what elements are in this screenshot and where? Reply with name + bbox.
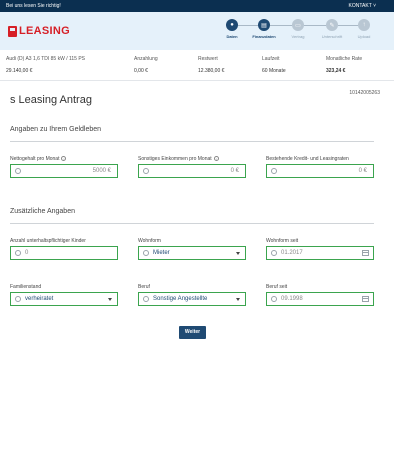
chevron-down-icon (236, 298, 240, 301)
job-select[interactable]: Sonstige Angestellte (138, 292, 246, 306)
step-label: Daten (226, 34, 238, 39)
other-income-label-text: Sonstiges Einkommen pro Monat (138, 156, 212, 162)
anzahlung-label: Anzahlung (134, 56, 158, 62)
step-daten[interactable]: ● Daten (217, 19, 247, 39)
vehicle-name: Audi (D) A3 1,6 TDI 85 kW / 115 PS (6, 56, 86, 62)
existing-loans-value: 0 € (358, 168, 367, 174)
clock-icon (271, 168, 277, 174)
housing-value: Mieter (153, 250, 170, 256)
housing-label: Wohnform (138, 238, 161, 244)
job-since-input[interactable]: 09.1998 (266, 292, 374, 306)
sparkasse-logo-icon (8, 25, 17, 37)
signature-icon: ✎ (326, 19, 338, 31)
net-income-input[interactable]: 5000 € (10, 164, 118, 178)
top-bar: Bei uns lesen Sie richtig! KONTAKT ˅ (0, 0, 394, 12)
laufzeit-value: 60 Monate (262, 68, 286, 74)
housing-select[interactable]: Mieter (138, 246, 246, 260)
existing-loans-label: Bestehende Kredit- und Leasingraten (266, 156, 349, 162)
chevron-down-icon (236, 252, 240, 255)
step-label: Vertrag (291, 34, 305, 39)
divider (0, 80, 394, 81)
vehicle-price: 29.140,00 € (6, 68, 33, 74)
existing-loans-input[interactable]: 0 € (266, 164, 374, 178)
section-title-finance: Angaben zu Ihrem Geldleben (10, 126, 102, 133)
restwert-column: Restwert 12.380,00 € (198, 56, 224, 74)
divider (10, 141, 374, 142)
net-income-value: 5000 € (92, 168, 111, 174)
document-icon: ▭ (292, 19, 304, 31)
other-income-value: 0 € (230, 168, 239, 174)
rate-value: 323,24 € (326, 68, 346, 74)
laufzeit-label: Laufzeit (262, 56, 280, 62)
divider (10, 223, 374, 224)
calendar-icon[interactable] (362, 296, 369, 302)
clock-icon (143, 250, 149, 256)
contact-menu[interactable]: KONTAKT ˅ (349, 3, 376, 9)
housing-since-value: 01.2017 (281, 250, 303, 256)
chevron-down-icon (108, 298, 112, 301)
header: LEASING ● Daten ▤ Finanzdaten ▭ Vertrag … (0, 12, 394, 50)
calendar-icon[interactable] (362, 250, 369, 256)
info-icon[interactable]: i (61, 156, 67, 162)
step-label: Upload (357, 34, 371, 39)
job-value: Sonstige Angestellte (153, 296, 208, 302)
clock-icon (271, 250, 277, 256)
page-title: s Leasing Antrag (10, 94, 92, 106)
person-icon: ● (226, 19, 238, 31)
info-icon[interactable]: i (213, 156, 219, 162)
clock-icon (271, 296, 277, 302)
clock-icon (15, 296, 21, 302)
restwert-value: 12.380,00 € (198, 68, 225, 74)
clock-icon (143, 296, 149, 302)
children-value: 0 (25, 250, 29, 256)
next-button[interactable]: Weiter (179, 326, 206, 339)
clock-icon (15, 168, 21, 174)
upload-icon: ↑ (358, 19, 370, 31)
step-vertrag: ▭ Vertrag (283, 19, 313, 39)
anzahlung-value: 0,00 € (134, 68, 148, 74)
clock-icon (143, 168, 149, 174)
children-input[interactable]: 0 (10, 246, 118, 260)
other-income-input[interactable]: 0 € (138, 164, 246, 178)
reference-number: 10142005263 (349, 90, 380, 96)
rate-label: Monatliche Rate (326, 56, 363, 62)
logo-text: LEASING (19, 25, 70, 37)
section-title-additional: Zusätzliche Angaben (10, 208, 75, 215)
clock-icon (15, 250, 21, 256)
step-label: Finanzdaten (252, 34, 276, 39)
tagline: Bei uns lesen Sie richtig! (6, 3, 61, 9)
rate-column: Monatliche Rate 323,24 € (326, 56, 362, 74)
logo[interactable]: LEASING (8, 25, 70, 37)
job-since-value: 09.1998 (281, 296, 303, 302)
laufzeit-column: Laufzeit 60 Monate (262, 56, 286, 74)
step-upload: ↑ Upload (349, 19, 379, 39)
housing-since-input[interactable]: 01.2017 (266, 246, 374, 260)
net-income-label: Nettogehalt pro Monat i (10, 156, 67, 162)
vehicle-summary: Audi (D) A3 1,6 TDI 85 kW / 115 PS 29.14… (0, 56, 394, 80)
children-label: Anzahl unterhaltspflichtiger Kinder (10, 238, 86, 244)
housing-since-label: Wohnform seit (266, 238, 299, 244)
calculator-icon: ▤ (258, 19, 270, 31)
step-unterschrift: ✎ Unterschrift (317, 19, 347, 39)
net-income-label-text: Nettogehalt pro Monat (10, 156, 60, 162)
vehicle-column: Audi (D) A3 1,6 TDI 85 kW / 115 PS 29.14… (6, 56, 85, 74)
restwert-label: Restwert (198, 56, 218, 62)
step-finanzdaten[interactable]: ▤ Finanzdaten (249, 19, 279, 39)
marital-label: Familienstand (10, 284, 42, 290)
job-since-label: Beruf seit (266, 284, 288, 290)
job-label: Beruf (138, 284, 150, 290)
anzahlung-column: Anzahlung 0,00 € (134, 56, 158, 74)
other-income-label: Sonstiges Einkommen pro Monat i (138, 156, 219, 162)
step-label: Unterschrift (321, 34, 343, 39)
marital-select[interactable]: verheiratet (10, 292, 118, 306)
marital-value: verheiratet (25, 296, 54, 302)
